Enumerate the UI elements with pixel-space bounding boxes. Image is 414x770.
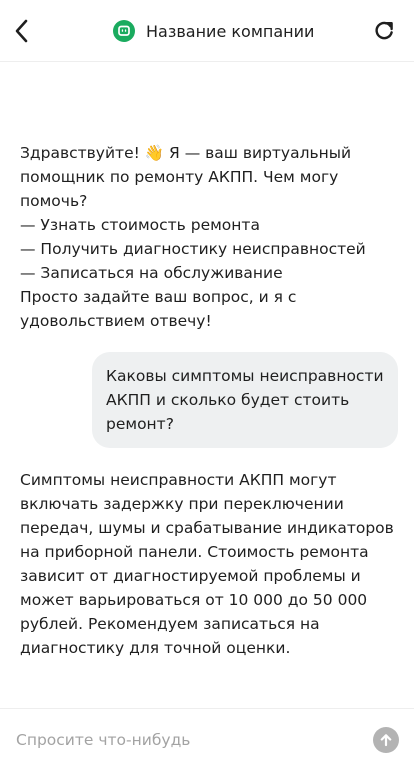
send-button[interactable] [373,727,399,753]
arrow-up-icon [380,734,392,747]
message-line: включать задержку при переключении [20,495,344,513]
message-line: передач, шумы и срабатывание индикаторов [20,519,394,537]
message-composer [0,708,414,770]
bot-message: Здравствуйте! 👋 Я — ваш виртуальный помо… [20,141,390,333]
message-line: на приборной панели. Стоимость ремонта [20,543,369,561]
message-line: — Узнать стоимость ремонта [20,216,260,234]
message-line: помочь? [20,192,88,210]
message-line: — Получить диагностику неисправностей [20,240,366,258]
message-line: Здравствуйте! 👋 Я — ваш виртуальный [20,144,352,162]
user-message: Каковы симптомы неисправности АКПП и ско… [92,352,398,448]
message-line: удовольствием отвечу! [20,312,212,330]
message-line: Каковы симптомы неисправности [106,367,384,385]
chat-thread: Здравствуйте! 👋 Я — ваш виртуальный помо… [0,62,414,708]
back-button[interactable] [8,16,36,46]
header-title: Название компании [113,19,314,43]
message-line: АКПП и сколько будет стоить [106,391,350,409]
chat-bubble-logo-icon [113,20,135,42]
message-line: рублей. Рекомендуем записаться на [20,615,320,633]
message-line: Просто задайте ваш вопрос, и я с [20,288,297,306]
message-line: зависит от диагностируемой проблемы и [20,567,361,585]
chat-header: Название компании [0,0,414,62]
message-line: диагностику для точной оценки. [20,639,291,657]
message-line: Симптомы неисправности АКПП могут [20,471,337,489]
message-line: — Записаться на обслуживание [20,264,283,282]
bot-message: Симптомы неисправности АКПП могут включа… [20,468,394,660]
company-name: Название компании [146,21,315,41]
refresh-button[interactable] [372,18,396,44]
refresh-icon [375,21,393,40]
message-line: ремонт? [106,415,174,433]
message-line: помощник по ремонту АКПП. Чем могу [20,168,339,186]
chevron-left-icon [15,19,28,43]
message-input[interactable] [16,727,356,753]
message-line: может варьироваться от 10 000 до 50 000 [20,591,368,609]
